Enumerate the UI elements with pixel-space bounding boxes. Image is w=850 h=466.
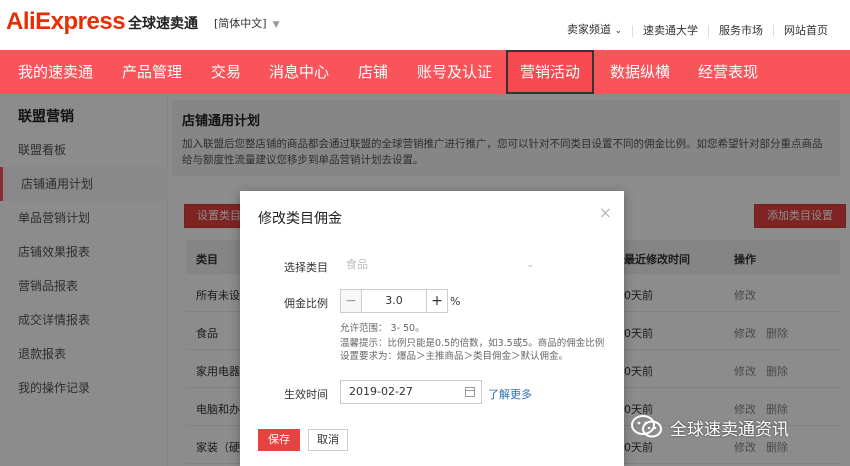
chevron-down-icon: ⌄ xyxy=(614,26,622,36)
language-selector[interactable]: [简体中文] ▼ xyxy=(214,15,280,31)
hint-tip: 温馨提示：比例只能是0.5的倍数，如3.5或5。商品的佣金比例 xyxy=(340,338,605,349)
rate-input[interactable]: 3.0 xyxy=(362,289,426,313)
hint-rule: 设置要求为：爆品＞主推商品＞类目佣金＞默认佣金。 xyxy=(340,351,569,362)
nav-my-aliexpress[interactable]: 我的速卖通 xyxy=(18,50,93,94)
rate-stepper: − 3.0 + xyxy=(340,289,448,313)
link-seller-channel[interactable]: 卖家频道 ⌄ xyxy=(557,24,632,37)
date-input[interactable]: 2019-02-27 xyxy=(340,380,482,404)
language-label: [简体中文] xyxy=(214,17,267,30)
decrement-button[interactable]: − xyxy=(340,289,362,313)
calendar-icon[interactable] xyxy=(465,387,475,397)
link-university[interactable]: 速卖通大学 xyxy=(632,24,708,37)
nav-account[interactable]: 账号及认证 xyxy=(417,50,492,94)
nav-store[interactable]: 店铺 xyxy=(358,50,388,94)
top-links: 卖家频道 ⌄ 速卖通大学 服务市场 网站首页 xyxy=(557,24,838,37)
save-button[interactable]: 保存 xyxy=(258,429,300,451)
link-site-home[interactable]: 网站首页 xyxy=(773,24,838,37)
top-header: AliExpress 全球速卖通 [简体中文] ▼ 卖家频道 ⌄ 速卖通大学 服务… xyxy=(0,0,850,50)
chevron-down-icon: ⌄ xyxy=(526,260,534,270)
aliexpress-logo[interactable]: AliExpress xyxy=(6,8,126,36)
wechat-icon xyxy=(630,414,664,440)
increment-button[interactable]: + xyxy=(426,289,448,313)
logo-chinese-text: 全球速卖通 xyxy=(128,16,198,32)
percent-sign: % xyxy=(450,295,461,308)
nav-marketing[interactable]: 营销活动 xyxy=(506,50,595,94)
hint-range: 允许范围： 3- 50。 xyxy=(340,323,425,334)
nav-data[interactable]: 数据纵横 xyxy=(610,50,670,94)
rate-label: 佣金比例 xyxy=(284,297,328,310)
close-icon[interactable]: × xyxy=(599,203,612,222)
nav-message-center[interactable]: 消息中心 xyxy=(269,50,329,94)
seller-channel-label: 卖家频道 xyxy=(566,23,611,36)
watermark-text: 全球速卖通资讯 xyxy=(670,419,789,440)
category-select[interactable]: 食品 ⌄ xyxy=(340,253,540,277)
cancel-button[interactable]: 取消 xyxy=(308,429,348,451)
wechat-watermark: 全球速卖通资讯 xyxy=(630,412,789,442)
category-select-value: 食品 xyxy=(346,258,368,271)
category-label: 选择类目 xyxy=(284,261,328,274)
learn-more-link[interactable]: 了解更多 xyxy=(488,386,532,402)
edit-commission-modal: 修改类目佣金 × 选择类目 食品 ⌄ 佣金比例 − 3.0 + % 允许范围： … xyxy=(240,191,624,466)
date-value: 2019-02-27 xyxy=(349,385,413,398)
modal-title: 修改类目佣金 xyxy=(258,211,342,227)
nav-product-management[interactable]: 产品管理 xyxy=(122,50,182,94)
nav-trade[interactable]: 交易 xyxy=(211,50,241,94)
date-label: 生效时间 xyxy=(284,388,328,401)
link-service-market[interactable]: 服务市场 xyxy=(708,24,773,37)
chevron-down-icon: ▼ xyxy=(272,20,280,30)
nav-performance[interactable]: 经营表现 xyxy=(698,50,758,94)
main-nav: 我的速卖通 产品管理 交易 消息中心 店铺 账号及认证 营销活动 数据纵横 经营… xyxy=(0,50,850,94)
